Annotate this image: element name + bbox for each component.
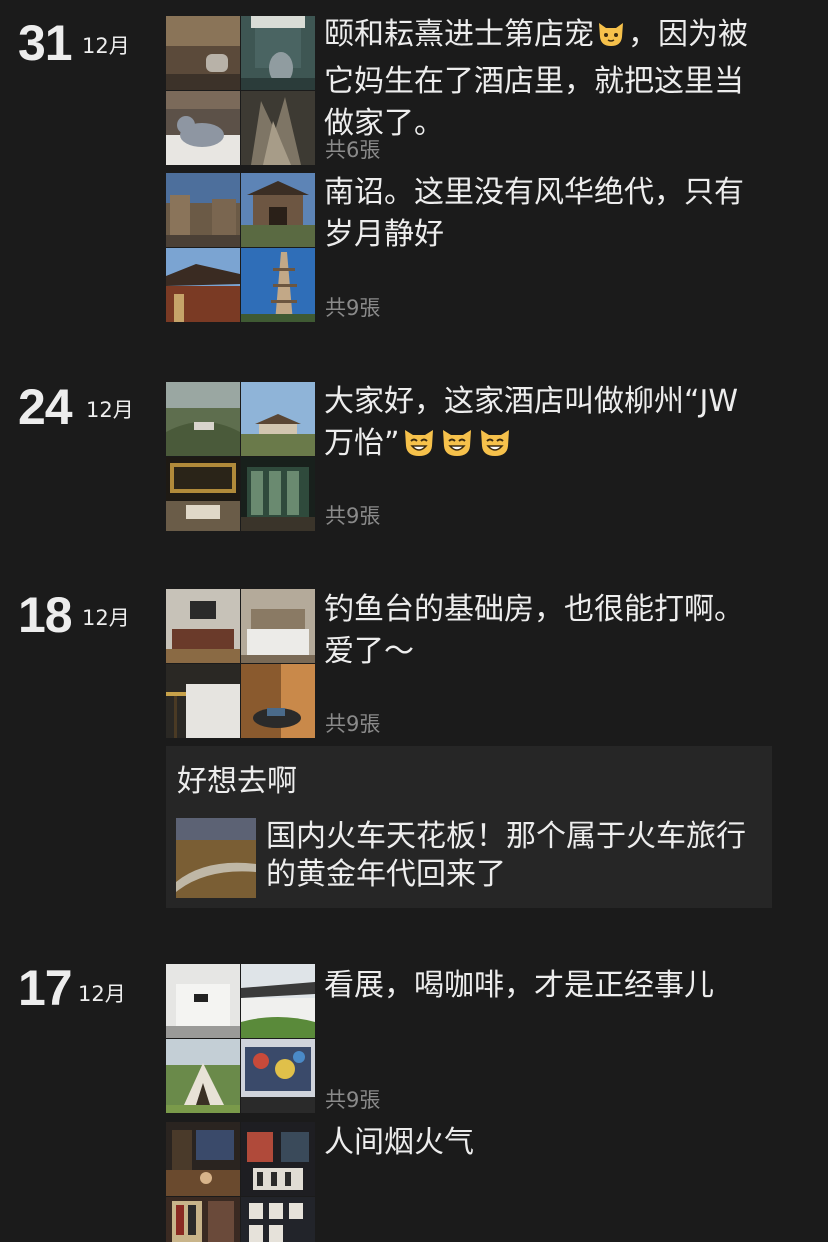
post-caption: 南诏。这里没有风华绝代，只有岁月静好 [324, 175, 744, 252]
post-day: 24 [18, 379, 73, 435]
post-caption: 钓鱼台的基础房，也很能打啊。爱了～ [324, 592, 744, 669]
photo-thumbnail[interactable] [166, 589, 240, 663]
share-comment: 好想去啊 [177, 764, 297, 799]
article-title: 国内火车天花板！那个属于火车旅行的黄金年代回来了 [266, 819, 746, 892]
photo-thumbnail[interactable] [241, 91, 315, 165]
photo-thumbnail[interactable] [166, 173, 240, 247]
photo-thumbnail[interactable] [166, 382, 240, 456]
photo-thumbnail[interactable] [166, 16, 240, 90]
post-month: 12月 [82, 34, 130, 58]
photo-thumbnail[interactable] [241, 1122, 315, 1196]
post-month: 12月 [78, 982, 126, 1006]
photo-thumbnail[interactable] [241, 589, 315, 663]
photo-count: 共9張 [325, 296, 381, 320]
post-caption: 人间烟火气 [324, 1125, 474, 1160]
photo-thumbnail[interactable] [166, 91, 240, 165]
post-day: 31 [18, 15, 73, 71]
shared-link-card[interactable]: 好想去啊 国内火车天花板！那个属于火车旅行的黄金年代回来了 [166, 746, 772, 908]
article-thumbnail [176, 818, 256, 898]
photo-thumbnail[interactable] [166, 1122, 240, 1196]
photo-thumbnail[interactable] [241, 664, 315, 738]
post-caption: 颐和耘熹进士第店宠 ，因为被它妈生在了酒店里，就把这里当做家了。 [324, 17, 748, 141]
grinning-cat-emoji [477, 424, 513, 470]
grinning-cat-emoji [439, 424, 475, 470]
photo-thumbnail[interactable] [241, 1039, 315, 1113]
photo-thumbnail[interactable] [166, 1039, 240, 1113]
photo-count: 共9張 [325, 504, 381, 528]
photo-count: 共9張 [325, 712, 381, 736]
post-caption: 看展，喝咖啡，才是正经事儿 [324, 968, 714, 1003]
photo-thumbnail[interactable] [166, 1197, 240, 1242]
photo-thumbnail[interactable] [241, 248, 315, 322]
photo-count: 共9張 [325, 1088, 381, 1112]
cat-face-emoji [595, 17, 627, 61]
photo-thumbnail[interactable] [241, 173, 315, 247]
photo-thumbnail[interactable] [241, 16, 315, 90]
photo-thumbnail[interactable] [166, 664, 240, 738]
photo-thumbnail[interactable] [241, 457, 315, 531]
photo-thumbnail[interactable] [241, 964, 315, 1038]
photo-thumbnail[interactable] [241, 382, 315, 456]
photo-thumbnail[interactable] [166, 964, 240, 1038]
post-day: 18 [18, 587, 73, 643]
photo-thumbnail[interactable] [241, 1197, 315, 1242]
post-month: 12月 [86, 398, 134, 422]
photo-count: 共6張 [325, 138, 381, 162]
photo-thumbnail[interactable] [166, 248, 240, 322]
photo-thumbnail[interactable] [166, 457, 240, 531]
post-day: 17 [18, 960, 73, 1016]
grinning-cat-emoji [401, 424, 437, 470]
post-caption: 大家好，这家酒店叫做柳州“JW万怡” [324, 381, 764, 470]
post-month: 12月 [82, 606, 130, 630]
